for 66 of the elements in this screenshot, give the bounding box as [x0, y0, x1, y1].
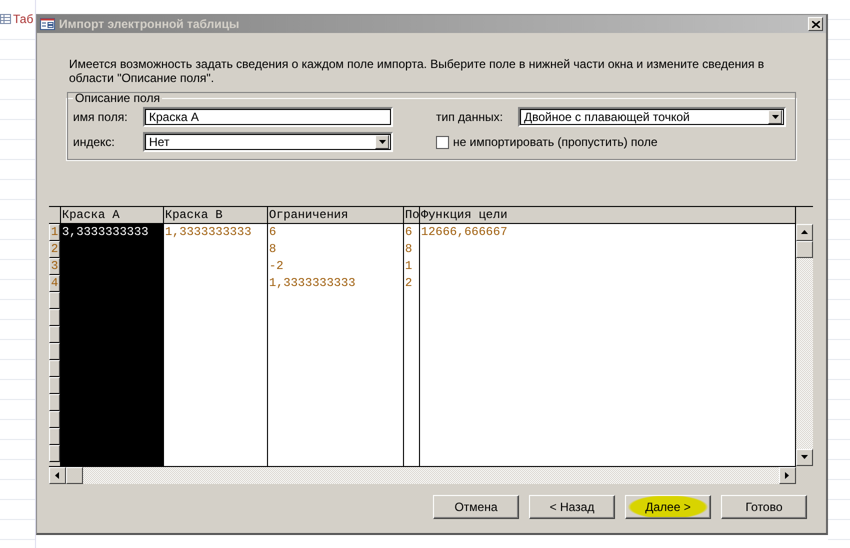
- group-title: Описание поля: [74, 91, 161, 105]
- column-header[interactable]: По: [404, 207, 419, 224]
- table-cell-text: 1: [404, 258, 414, 275]
- row-header: 3: [49, 258, 60, 275]
- row-header: [49, 292, 60, 309]
- row-header: [49, 394, 60, 411]
- data-type-label: тип данных:: [436, 110, 504, 124]
- dropdown-arrow-icon: [378, 140, 386, 144]
- window-title: Импорт электронной таблицы: [59, 17, 240, 31]
- table-cell-text: 12666,666667: [420, 224, 508, 241]
- table-cell-text: 2: [404, 275, 414, 292]
- row-header: [49, 377, 60, 394]
- form-icon: [40, 18, 55, 30]
- column-header[interactable]: Краска В: [164, 207, 267, 224]
- scroll-thumb[interactable]: [796, 241, 813, 258]
- up-arrow-icon: [801, 230, 808, 235]
- row-header: [49, 411, 60, 428]
- row-header: [49, 309, 60, 326]
- table-cell-text: 6: [404, 224, 414, 241]
- row-header: 1: [49, 224, 60, 241]
- dialog-button[interactable]: < Назад: [529, 495, 615, 519]
- row-header: [49, 343, 60, 360]
- field-name-label: имя поля:: [73, 110, 129, 124]
- table-cell-text: 1,3333333333: [164, 224, 252, 241]
- table-icon: [0, 14, 11, 24]
- column-body[interactable]: 1,3333333333: [164, 224, 267, 466]
- down-arrow-icon: [801, 455, 808, 460]
- column-body[interactable]: 6 8 1 2: [404, 224, 419, 466]
- index-label: индекс:: [73, 135, 116, 149]
- column-header[interactable]: Функция цели: [420, 207, 795, 224]
- scroll-thumb[interactable]: [66, 467, 83, 484]
- field-name-input[interactable]: Краска А: [143, 107, 393, 127]
- column-body[interactable]: 3,3333333333: [61, 224, 163, 466]
- row-header: [49, 428, 60, 445]
- row-header: [49, 326, 60, 343]
- table-cell-text: 3,3333333333: [61, 224, 150, 241]
- column-body[interactable]: 6 8 -2 1,3333333333: [268, 224, 403, 466]
- table-cell-text: 6: [268, 224, 278, 241]
- column-header[interactable]: Ограничения: [268, 207, 403, 224]
- row-header: [49, 360, 60, 377]
- table-cell-text: 8: [268, 241, 278, 258]
- data-type-dropdown[interactable]: Двойное с плавающей точкой: [518, 107, 786, 127]
- intro-text: Имеется возможность задать сведения о каждом поле импорта. Выберите поле в нижней части окна и измените сведения в области "Описание поля".: [69, 57, 766, 85]
- scroll-right-button[interactable]: [779, 467, 796, 484]
- row-header: [49, 445, 60, 462]
- close-icon: [812, 20, 820, 28]
- column-body[interactable]: 12666,666667: [420, 224, 795, 466]
- skip-field-label: не импортировать (пропустить) поле: [453, 135, 658, 149]
- scroll-down-button[interactable]: [796, 449, 813, 466]
- dialog-button[interactable]: Готово: [721, 495, 807, 519]
- dialog-button[interactable]: Отмена: [433, 495, 519, 519]
- table-cell-text: 1,3333333333: [268, 275, 356, 292]
- right-arrow-icon: [785, 472, 790, 479]
- left-arrow-icon: [55, 472, 60, 479]
- scroll-up-button[interactable]: [796, 224, 813, 241]
- row-header: 2: [49, 241, 60, 258]
- skip-field-checkbox[interactable]: [436, 136, 449, 148]
- row-header: 4: [49, 275, 60, 292]
- close-button[interactable]: [808, 17, 823, 31]
- index-dropdown[interactable]: Нет: [143, 132, 393, 152]
- dialog-button[interactable]: Далее >: [625, 495, 711, 519]
- scroll-left-button[interactable]: [49, 467, 66, 484]
- table-cell-text: -2: [268, 258, 284, 275]
- column-header[interactable]: Краска А: [61, 207, 163, 224]
- table-cell-text: 8: [404, 241, 414, 258]
- dropdown-arrow-icon: [772, 114, 778, 120]
